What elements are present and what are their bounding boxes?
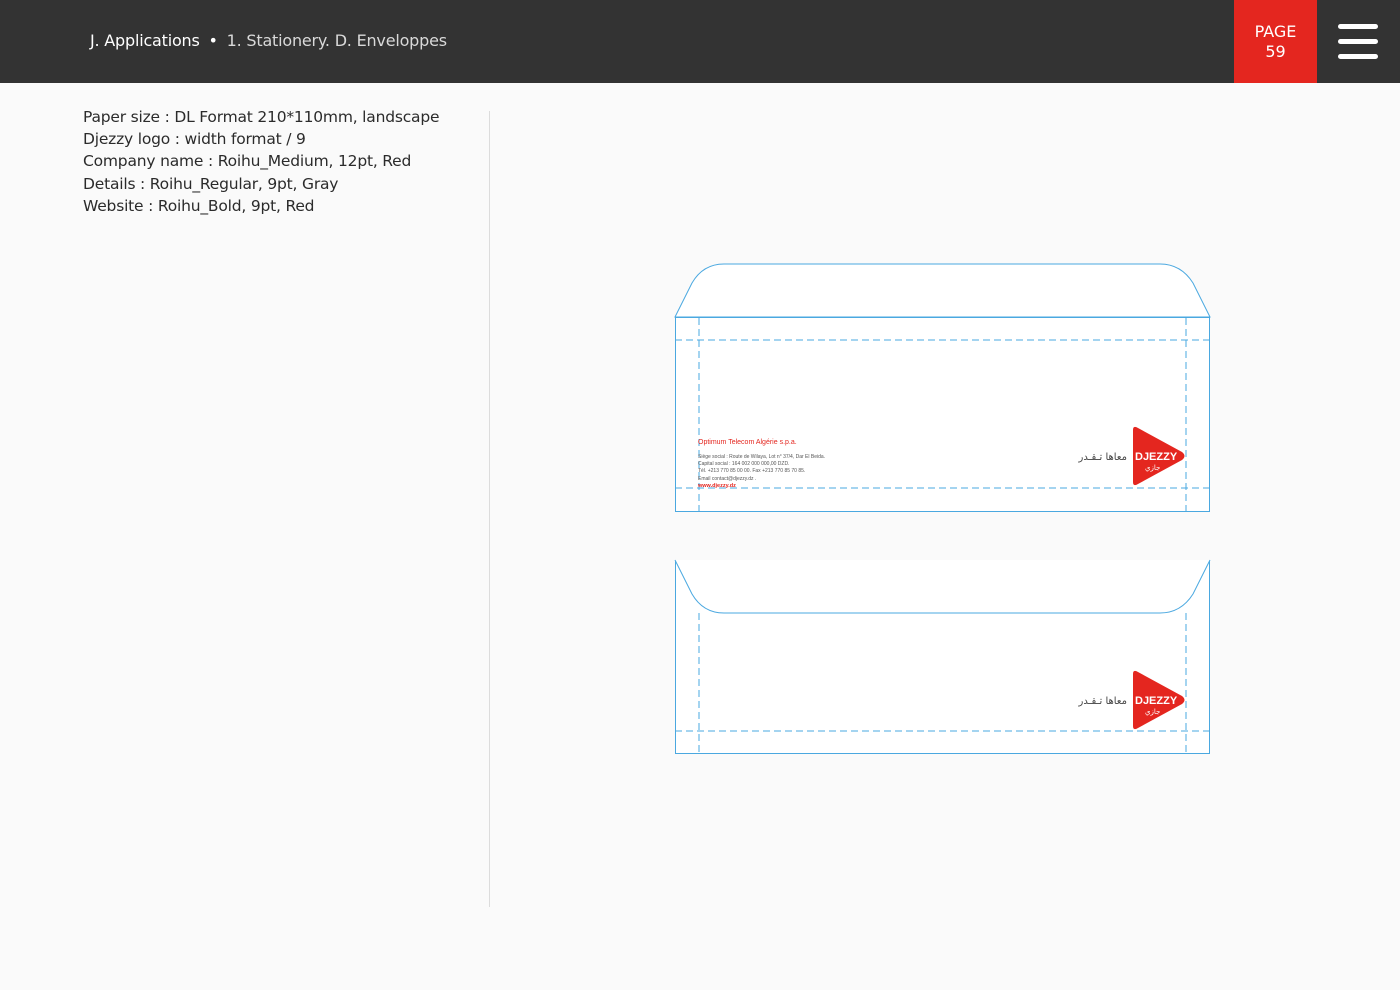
envelope-front-body — [675, 317, 1210, 512]
logo-tagline-arabic: معاها تـقـدر — [1077, 696, 1127, 707]
detail-line: Email contact@djezzy.dz . — [698, 476, 756, 482]
logo-brand: DJEZZY — [1135, 451, 1178, 463]
envelope-illustrations: Optimum Telecom Algérie s.p.a. Siège soc… — [674, 263, 1211, 754]
company-name: Optimum Telecom Algérie s.p.a. — [698, 439, 797, 446]
detail-line: Siège social : Route de Wilaya, Lot n° 3… — [698, 454, 825, 460]
website: www.djezzy.dz — [697, 483, 736, 489]
logo-tagline-arabic: معاها تـقـدر — [1077, 452, 1127, 463]
envelope-back-flap — [674, 559, 1211, 614]
logo-brand-arabic: جازي — [1145, 708, 1160, 716]
envelope-front: Optimum Telecom Algérie s.p.a. Siège soc… — [674, 263, 1211, 512]
logo-brand: DJEZZY — [1135, 695, 1178, 707]
logo-brand-arabic: جازي — [1145, 464, 1160, 472]
detail-line: Tél. +213 770 85 00 00. Fax +213 770 85 … — [698, 468, 805, 474]
envelope-front-flap — [674, 263, 1211, 318]
envelope-back: معاها تـقـدر DJEZZY جازي — [674, 559, 1211, 754]
detail-line: Capital social : 164 002 000 000,00 DZD. — [698, 461, 789, 467]
